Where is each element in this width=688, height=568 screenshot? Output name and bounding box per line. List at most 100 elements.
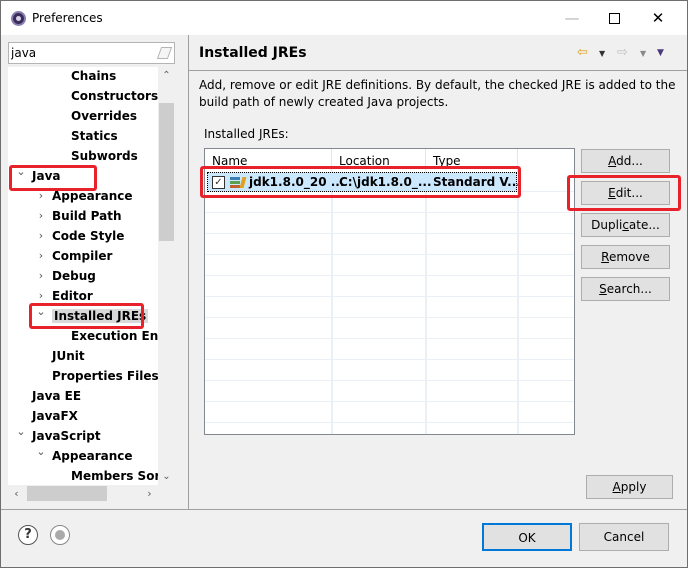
chevron-down-icon[interactable]: ⌄ xyxy=(34,302,48,322)
tree-item-label: Appearance xyxy=(52,449,133,463)
tree-item[interactable]: Members Sort xyxy=(71,466,158,485)
eclipse-app-icon xyxy=(11,11,26,26)
back-arrow-icon[interactable]: ⇦ xyxy=(577,45,588,60)
tree-item[interactable]: JUnit xyxy=(52,346,85,366)
chevron-down-icon[interactable]: ⌄ xyxy=(14,422,28,442)
default-jre-checkbox[interactable]: ✓ xyxy=(212,176,225,189)
table-grid-row xyxy=(205,192,574,213)
table-grid-row xyxy=(205,234,574,255)
record-preferences-icon[interactable] xyxy=(50,525,70,545)
preference-page: Installed JREs ⇦ ▼ ⇨ ▼ ▼ Add, remove or … xyxy=(189,35,687,509)
duplicate-button[interactable]: Duplicate... xyxy=(581,213,670,237)
apply-button[interactable]: Apply xyxy=(586,475,673,499)
tree-item[interactable]: › Code Style xyxy=(39,226,125,246)
chevron-right-icon[interactable]: › xyxy=(34,266,48,286)
table-grid-row xyxy=(205,297,574,318)
back-history-dropdown-icon[interactable]: ▼ xyxy=(599,49,605,58)
jre-type-cell: Standard V... xyxy=(433,175,521,189)
tree-item[interactable]: › Debug xyxy=(39,266,96,286)
table-grid-column xyxy=(425,171,427,434)
window-title: Preferences xyxy=(32,11,103,25)
minimize-button[interactable]: — xyxy=(549,1,595,35)
tree-item[interactable]: › Editor xyxy=(39,286,93,306)
filter-input[interactable] xyxy=(11,45,151,61)
horizontal-scroll-thumb[interactable] xyxy=(27,486,107,501)
scroll-up-icon[interactable]: ⌃ xyxy=(158,67,175,84)
tree-item-label: Compiler xyxy=(52,249,113,263)
tree-item-label: JUnit xyxy=(52,349,85,363)
tree-item[interactable]: Execution Env xyxy=(71,326,158,346)
tree-item-label: Properties Files E xyxy=(52,369,158,383)
tree-item-label: Statics xyxy=(71,129,118,143)
tree-horizontal-scrollbar[interactable]: ‹ › xyxy=(8,485,158,502)
installed-jres-label: Installed JREs: xyxy=(204,127,289,141)
tree-item[interactable]: › Build Path xyxy=(39,206,122,226)
maximize-button[interactable] xyxy=(591,1,637,35)
tree-item[interactable]: Overrides xyxy=(71,106,137,126)
table-grid-row xyxy=(205,318,574,339)
scroll-down-icon[interactable]: ⌄ xyxy=(158,468,175,485)
table-row[interactable]: ✓ jdk1.8.0_20 ... C:\jdk1.8.0_... Standa… xyxy=(207,172,521,192)
tree-item[interactable]: JavaFX xyxy=(32,406,78,426)
tree-item-label: Editor xyxy=(52,289,93,303)
add-button[interactable]: Add... xyxy=(581,149,670,173)
scroll-right-icon[interactable]: › xyxy=(141,485,158,502)
column-header-name[interactable]: Name xyxy=(205,149,332,171)
tree-item[interactable]: Constructors xyxy=(71,86,158,106)
tree-item-label: Installed JREs xyxy=(52,309,149,323)
table-grid-row xyxy=(205,402,574,423)
close-button[interactable]: ✕ xyxy=(635,1,681,35)
forward-history-dropdown-icon[interactable]: ▼ xyxy=(640,49,646,58)
table-grid-row xyxy=(205,276,574,297)
forward-arrow-icon[interactable]: ⇨ xyxy=(617,45,628,60)
chevron-down-icon[interactable]: ⌄ xyxy=(14,162,28,182)
clear-filter-icon[interactable] xyxy=(156,47,173,59)
tree-item[interactable]: Statics xyxy=(71,126,118,146)
column-header-type[interactable]: Type xyxy=(426,149,518,171)
table-grid-column xyxy=(331,171,333,434)
installed-jres-table: Name Location Type ✓ jdk1.8.0_20 ... C:\… xyxy=(204,148,575,435)
minimize-icon: — xyxy=(564,9,580,27)
tree-item[interactable]: Chains xyxy=(71,67,116,86)
tree-item[interactable]: ⌄ Installed JREs xyxy=(36,305,149,326)
chevron-right-icon[interactable]: › xyxy=(34,246,48,266)
page-description: Add, remove or edit JRE definitions. By … xyxy=(199,78,676,109)
cancel-button[interactable]: Cancel xyxy=(579,523,669,551)
tree-item-label: Java xyxy=(32,169,61,183)
view-menu-icon[interactable]: ▼ xyxy=(657,48,664,58)
tree-item[interactable]: ⌄ Java xyxy=(16,165,61,186)
table-grid-row xyxy=(205,381,574,402)
column-header-filler xyxy=(518,149,574,171)
vertical-scroll-thumb[interactable] xyxy=(159,103,174,241)
table-grid-row xyxy=(205,255,574,276)
filter-field[interactable] xyxy=(8,42,175,64)
search-button[interactable]: Search... xyxy=(581,277,670,301)
preferences-dialog: Preferences — ✕ Chains Constructors Overri… xyxy=(0,0,688,568)
tree-item-label: Overrides xyxy=(71,109,137,123)
tree-item[interactable]: Java EE xyxy=(32,386,81,406)
close-icon: ✕ xyxy=(651,9,665,27)
tree-item[interactable]: › Appearance xyxy=(39,186,133,206)
tree-item[interactable]: › Compiler xyxy=(39,246,113,266)
chevron-right-icon[interactable]: › xyxy=(34,206,48,226)
chevron-down-icon[interactable]: ⌄ xyxy=(34,442,48,462)
jre-name-cell: jdk1.8.0_20 ... xyxy=(249,175,345,189)
tree-item-label: Debug xyxy=(52,269,96,283)
tree-item[interactable]: Subwords xyxy=(71,146,138,166)
remove-button[interactable]: Remove xyxy=(581,245,670,269)
maximize-icon xyxy=(608,12,620,24)
help-icon[interactable]: ? xyxy=(18,525,38,545)
tree-item[interactable]: ⌄ Appearance xyxy=(36,445,133,466)
chevron-right-icon[interactable]: › xyxy=(34,186,48,206)
tree-vertical-scrollbar[interactable]: ⌃ ⌄ xyxy=(158,67,175,485)
ok-button[interactable]: OK xyxy=(482,523,572,551)
edit-button[interactable]: Edit... xyxy=(581,181,670,205)
scroll-left-icon[interactable]: ‹ xyxy=(8,485,25,502)
column-header-location[interactable]: Location xyxy=(332,149,426,171)
table-grid-row xyxy=(205,339,574,360)
table-grid-row xyxy=(205,213,574,234)
table-grid-row xyxy=(205,360,574,381)
chevron-right-icon[interactable]: › xyxy=(34,226,48,246)
tree-item[interactable]: Properties Files E xyxy=(52,366,158,386)
preference-tree: Chains Constructors Overrides Statics Subwor… xyxy=(8,67,158,485)
